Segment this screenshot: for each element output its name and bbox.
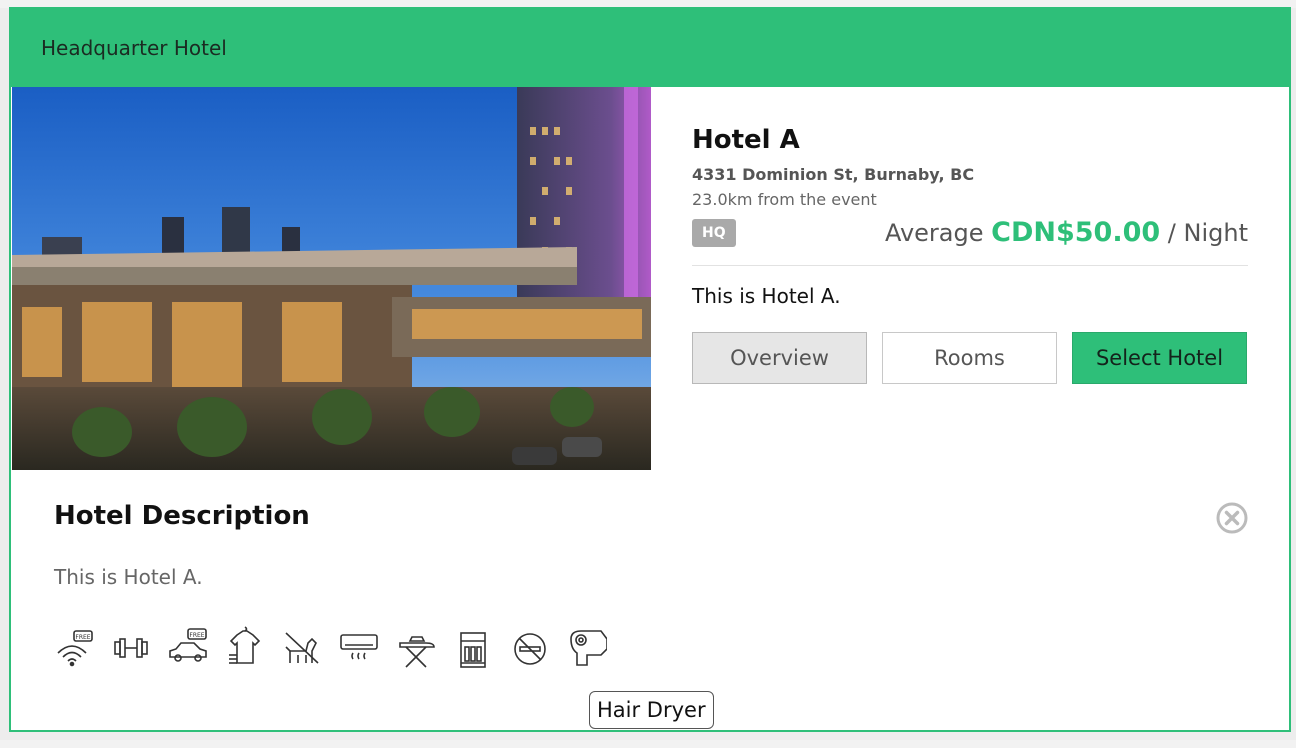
action-buttons: Overview Rooms Select Hotel xyxy=(692,332,1248,384)
divider xyxy=(692,265,1248,266)
pet-friendly-icon[interactable] xyxy=(282,625,322,669)
description-text: This is Hotel A. xyxy=(54,565,203,589)
free-wifi-icon[interactable]: FREE xyxy=(54,625,94,669)
hotel-address: 4331 Dominion St, Burnaby, BC xyxy=(692,165,975,184)
minibar-icon[interactable] xyxy=(453,625,493,669)
rooms-button[interactable]: Rooms xyxy=(882,332,1057,384)
price-suffix: / Night xyxy=(1167,219,1248,247)
laundry-icon[interactable] xyxy=(225,625,265,669)
hair-dryer-icon[interactable] xyxy=(567,625,607,669)
close-description-button[interactable] xyxy=(1215,501,1249,535)
hotel-photo xyxy=(12,87,651,470)
price-display: Average CDN$50.00 / Night xyxy=(885,217,1248,248)
free-parking-icon[interactable]: FREE xyxy=(168,625,208,669)
hotel-distance: 23.0km from the event xyxy=(692,190,877,209)
select-hotel-button[interactable]: Select Hotel xyxy=(1072,332,1247,384)
amenity-tooltip: Hair Dryer xyxy=(589,691,714,729)
description-title: Hotel Description xyxy=(54,501,310,531)
air-conditioning-icon[interactable] xyxy=(339,625,379,669)
hotel-info: Hotel A 4331 Dominion St, Burnaby, BC 23… xyxy=(692,119,1248,384)
price-amount: CDN$50.00 xyxy=(991,217,1161,248)
fitness-icon[interactable] xyxy=(111,625,151,669)
hotel-description-section: Hotel Description This is Hotel A. xyxy=(54,501,1250,589)
price-prefix: Average xyxy=(884,219,984,247)
header-title: Headquarter Hotel xyxy=(41,36,227,60)
card-header: Headquarter Hotel xyxy=(11,9,1289,87)
short-description: This is Hotel A. xyxy=(692,284,841,308)
overview-button[interactable]: Overview xyxy=(692,332,867,384)
amenity-icons: FREE FREE xyxy=(54,625,607,669)
parking-free-label: FREE xyxy=(189,632,204,639)
wifi-free-label: FREE xyxy=(75,634,90,641)
non-smoking-icon[interactable] xyxy=(510,625,550,669)
hq-badge: HQ xyxy=(692,219,736,247)
close-circle-icon xyxy=(1216,502,1248,534)
hotel-card: Headquarter Hotel Hotel A 4331 Dominion … xyxy=(9,7,1291,732)
hotel-name: Hotel A xyxy=(692,125,800,155)
background-strip-bottom xyxy=(0,740,1296,748)
ironing-board-icon[interactable] xyxy=(396,625,436,669)
price-row: HQ Average CDN$50.00 / Night xyxy=(692,215,1248,263)
